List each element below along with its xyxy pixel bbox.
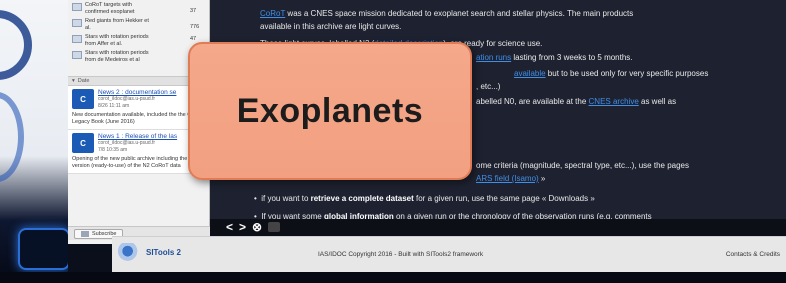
- footer: SITools 2 IAS/IDOC Copyright 2016 - Buil…: [112, 236, 786, 272]
- list-item[interactable]: CoRoT targets with confirmed exoplanet 3…: [72, 2, 205, 16]
- list-item-count: 47: [190, 36, 197, 42]
- close-button[interactable]: ⊗: [252, 220, 262, 234]
- paragraph: abelled N0, are available at the CNES ar…: [476, 96, 676, 107]
- chevron-down-icon: ▾: [72, 78, 75, 84]
- list-item[interactable]: Red giants from Hekker et al. 776: [72, 18, 205, 32]
- background-band: [0, 272, 786, 283]
- sitools-logo[interactable]: SITools 2: [118, 243, 181, 261]
- background-arc: [0, 10, 32, 80]
- list-icon: [72, 51, 82, 59]
- corot-logo-icon: C: [72, 133, 94, 153]
- text: lasting from 3 weeks to 5 months.: [511, 53, 633, 62]
- news-time: 8/26 11:11 am: [98, 103, 130, 109]
- text: but to be used only for very specific pu…: [545, 69, 709, 78]
- list-item-label: Red giants from Hekker et al.: [85, 18, 149, 31]
- background-decoration: [0, 0, 68, 283]
- news-body: New documentation available, included th…: [72, 112, 205, 125]
- list-item-label: CoRoT targets with confirmed exoplanet: [85, 2, 135, 15]
- copyright-text: IAS/IDOC Copyright 2016 - Built with SIT…: [318, 251, 484, 258]
- list-icon: [72, 3, 82, 11]
- rss-icon: [81, 230, 89, 237]
- text: was a CNES space mission dedicated to ex…: [285, 9, 634, 18]
- news-title-link[interactable]: News 2 : documentation se: [98, 89, 176, 96]
- list-icon: [72, 19, 82, 27]
- list-icon: [72, 35, 82, 43]
- news-author: corot_iIdoc@ias.u-psud.fr: [98, 96, 156, 102]
- news-author: corot_iIdoc@ias.u-psud.fr: [98, 140, 156, 146]
- badge-title: Exoplanets: [236, 91, 424, 130]
- list-item-count: 37: [190, 8, 197, 14]
- next-button[interactable]: >: [239, 220, 246, 234]
- bullet-item: • if you want to retrieve a complete dat…: [254, 194, 595, 203]
- paragraph: available in this archive are light curv…: [260, 22, 402, 31]
- contacts-credits-link[interactable]: Contacts & Credits: [726, 251, 780, 258]
- home-icon[interactable]: [268, 222, 281, 232]
- text: »: [538, 174, 546, 183]
- background-glow-box: [18, 228, 68, 270]
- text: as well as: [638, 97, 677, 106]
- list-item-label: Stars with rotation periods from Affer e…: [85, 34, 149, 47]
- text: abelled N0, are available at the: [476, 97, 589, 106]
- date-label: Date: [77, 78, 90, 84]
- paragraph: , etc...): [476, 82, 501, 91]
- list-item-count: 776: [190, 24, 200, 30]
- title-badge: Exoplanets: [188, 42, 472, 180]
- paragraph: ation runs lasting from 3 weeks to 5 mon…: [476, 52, 633, 63]
- available-link[interactable]: available: [514, 69, 546, 78]
- news-title-link[interactable]: News 1 : Release of the las: [98, 133, 177, 140]
- sitools-logo-icon: [118, 243, 142, 261]
- observation-runs-link[interactable]: ation runs: [476, 53, 511, 62]
- text: if you want to: [261, 194, 311, 203]
- cnes-archive-link[interactable]: CNES archive: [589, 97, 639, 106]
- logo-text: SITools 2: [146, 247, 181, 257]
- paragraph: ome criteria (magnitude, spectral type, …: [476, 161, 689, 170]
- previous-button[interactable]: <: [226, 220, 233, 234]
- paragraph: ARS field (Isamo) »: [476, 173, 545, 184]
- paragraph: available but to be used only for very s…: [514, 68, 708, 79]
- page-navigation: < > ⊗: [210, 219, 786, 235]
- corot-logo-icon: C: [72, 89, 94, 109]
- paragraph: CoRoT was a CNES space mission dedicated…: [260, 8, 633, 19]
- emphasis: retrieve a complete dataset: [310, 194, 414, 203]
- list-item[interactable]: Stars with rotation periods from Affer e…: [72, 34, 205, 48]
- stars-field-link[interactable]: ARS field (Isamo): [476, 174, 539, 183]
- list-item[interactable]: Stars with rotation periods from de Mede…: [72, 50, 205, 64]
- background-arc: [0, 92, 24, 182]
- corot-link[interactable]: CoRoT: [260, 9, 285, 18]
- text: for a given run, use the same page « Dow…: [413, 194, 595, 203]
- list-item-label: Stars with rotation periods from de Mede…: [85, 50, 149, 63]
- news-body: Opening of the new public archive includ…: [72, 156, 198, 169]
- news-time: 7/8 10:35 am: [98, 147, 128, 153]
